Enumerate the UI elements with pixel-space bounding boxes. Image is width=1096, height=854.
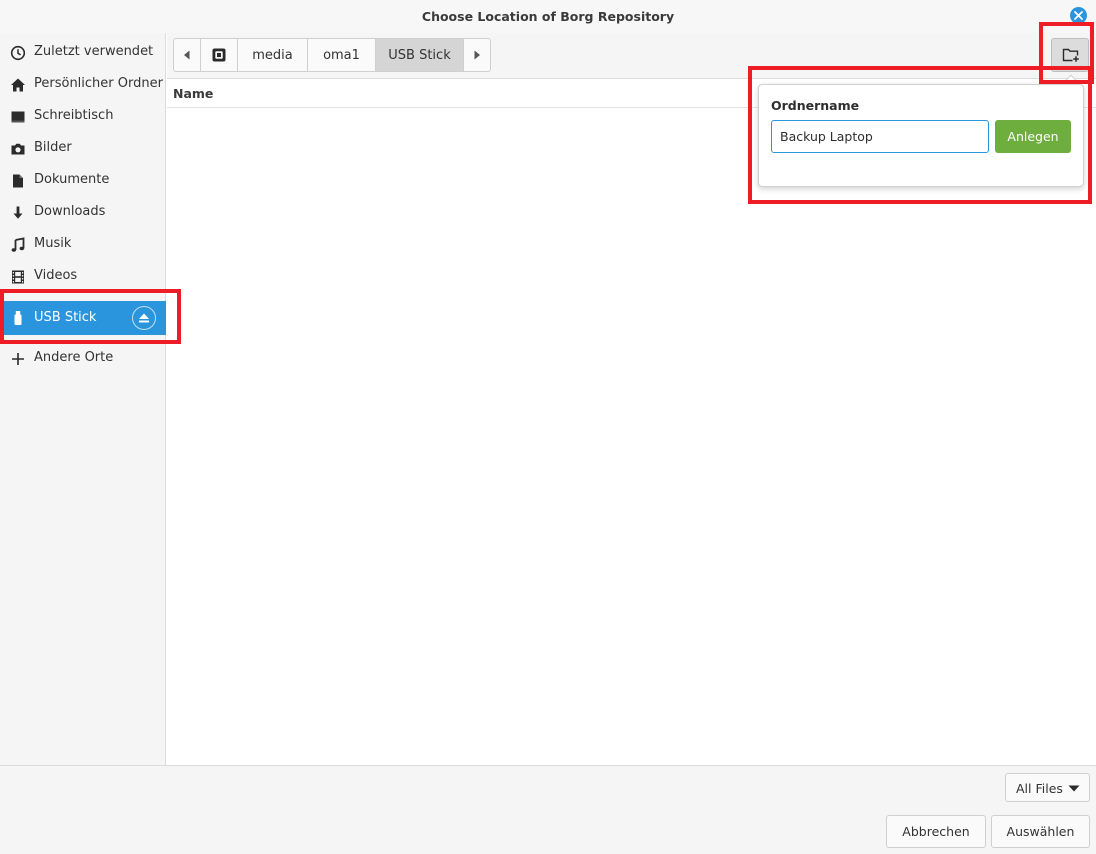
sidebar-item-videos[interactable]: Videos [0,260,166,292]
location-toolbar: media oma1 USB Stick [167,33,1096,79]
cancel-button[interactable]: Abbrechen [886,815,986,848]
file-filter-dropdown[interactable]: All Files [1005,773,1090,802]
sidebar-item-pictures[interactable]: Bilder [0,132,166,164]
sidebar-item-label: Downloads [34,204,106,219]
sidebar-item-music[interactable]: Musik [0,228,166,260]
folder-name-input[interactable] [771,120,989,153]
path-segment-oma1[interactable]: oma1 [308,38,376,72]
sidebar-item-home[interactable]: Persönlicher Ordner [0,68,166,100]
desktop-icon [11,111,25,123]
sidebar-item-label: Bilder [34,140,72,155]
dialog-footer: All Files Abbrechen Auswählen [0,765,1096,854]
title-bar: Choose Location of Borg Repository [0,0,1096,33]
chevron-left-icon [184,50,190,60]
column-header-name[interactable]: Name [173,86,213,101]
film-icon [12,270,24,284]
path-back-button[interactable] [173,38,201,72]
file-list[interactable] [167,108,1096,765]
path-segment-usb-stick[interactable]: USB Stick [376,38,464,72]
sidebar-item-label: Persönlicher Ordner [34,76,163,91]
close-icon [1074,11,1083,20]
path-segment-root[interactable] [201,38,238,72]
folder-new-icon [1062,48,1080,63]
sidebar-item-other-locations[interactable]: Andere Orte [0,342,166,374]
sidebar-item-label: Videos [34,268,78,283]
window-title: Choose Location of Borg Repository [421,9,675,24]
sidebar-item-label: USB Stick [34,310,97,325]
file-filter-value: All Files [1016,781,1063,796]
new-folder-button[interactable] [1051,38,1089,72]
home-icon [11,78,25,92]
plus-icon [12,353,24,365]
select-button[interactable]: Auswählen [991,815,1090,848]
sidebar-item-recent[interactable]: Zuletzt verwendet [0,36,166,68]
sidebar-item-label: Dokumente [34,172,110,187]
close-button[interactable] [1070,7,1087,24]
sidebar-item-label: Andere Orte [34,350,114,365]
clock-icon [10,45,26,61]
usb-drive-icon [14,311,22,325]
document-icon [13,174,23,188]
camera-icon [11,143,25,155]
sidebar-item-label: Schreibtisch [34,108,114,123]
eject-button[interactable] [132,306,156,330]
sidebar-item-label: Zuletzt verwendet [34,44,154,59]
drive-icon [212,48,226,62]
music-icon [11,237,25,252]
path-bar: media oma1 USB Stick [173,38,491,72]
sidebar-item-usb-stick[interactable]: USB Stick [0,301,166,335]
new-folder-popover: Ordnername Anlegen [758,84,1084,187]
download-icon [13,206,23,219]
path-forward-button[interactable] [464,38,491,72]
chevron-down-icon [1068,785,1080,792]
places-sidebar: Zuletzt verwendet Persönlicher Ordner Sc… [0,33,166,765]
sidebar-item-label: Musik [34,236,72,251]
folder-name-label: Ordnername [771,98,860,113]
sidebar-item-desktop[interactable]: Schreibtisch [0,100,166,132]
path-segment-media[interactable]: media [238,38,308,72]
chevron-right-icon [474,50,480,60]
eject-icon [139,313,149,323]
sidebar-item-downloads[interactable]: Downloads [0,196,166,228]
create-folder-button[interactable]: Anlegen [995,120,1071,153]
sidebar-item-documents[interactable]: Dokumente [0,164,166,196]
